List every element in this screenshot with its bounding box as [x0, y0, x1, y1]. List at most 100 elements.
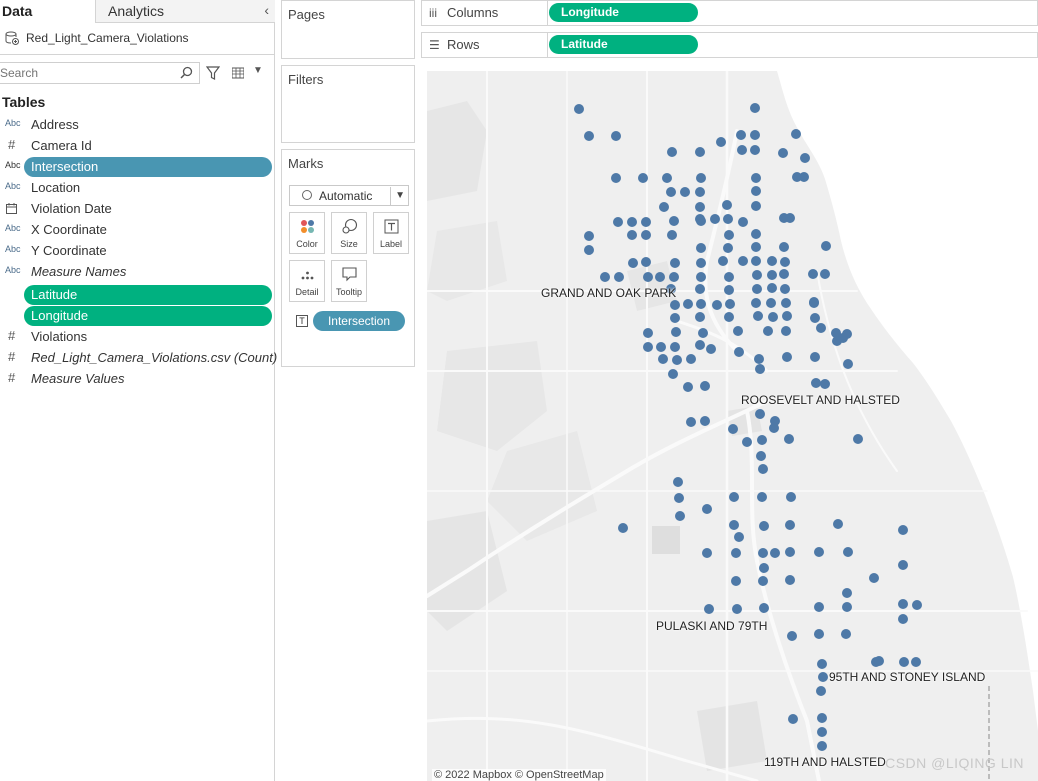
camera-location-point[interactable] [757, 435, 767, 445]
camera-location-point[interactable] [670, 300, 680, 310]
camera-location-point[interactable] [759, 563, 769, 573]
field-item[interactable]: Abc Intersection [0, 157, 275, 177]
camera-location-point[interactable] [724, 230, 734, 240]
filters-card[interactable]: Filters [281, 65, 415, 143]
camera-location-point[interactable] [779, 242, 789, 252]
camera-location-point[interactable] [668, 369, 678, 379]
view-dropdown-caret-icon[interactable]: ▼ [253, 65, 263, 76]
camera-location-point[interactable] [753, 311, 763, 321]
camera-location-point[interactable] [671, 327, 681, 337]
camera-location-point[interactable] [658, 354, 668, 364]
camera-location-point[interactable] [696, 258, 706, 268]
search-icon[interactable] [180, 66, 193, 79]
camera-location-point[interactable] [751, 298, 761, 308]
camera-location-point[interactable] [738, 256, 748, 266]
camera-location-point[interactable] [779, 269, 789, 279]
camera-location-point[interactable] [722, 200, 732, 210]
camera-location-point[interactable] [736, 130, 746, 140]
camera-location-point[interactable] [752, 284, 762, 294]
camera-location-point[interactable] [729, 520, 739, 530]
camera-location-point[interactable] [674, 493, 684, 503]
camera-location-point[interactable] [755, 409, 765, 419]
camera-location-point[interactable] [698, 328, 708, 338]
camera-location-point[interactable] [788, 714, 798, 724]
camera-location-point[interactable] [584, 131, 594, 141]
camera-location-point[interactable] [704, 604, 714, 614]
camera-location-point[interactable] [731, 548, 741, 558]
camera-location-point[interactable] [584, 245, 594, 255]
camera-location-point[interactable] [600, 272, 610, 282]
map-view[interactable]: GRAND AND OAK PARK ROOSEVELT AND HALSTED… [427, 71, 1038, 781]
camera-location-point[interactable] [611, 173, 621, 183]
camera-location-point[interactable] [574, 104, 584, 114]
camera-location-point[interactable] [874, 656, 884, 666]
camera-location-point[interactable] [695, 147, 705, 157]
camera-location-point[interactable] [843, 359, 853, 369]
camera-location-point[interactable] [732, 604, 742, 614]
camera-location-point[interactable] [800, 153, 810, 163]
camera-location-point[interactable] [767, 270, 777, 280]
camera-location-point[interactable] [799, 172, 809, 182]
camera-location-point[interactable] [667, 230, 677, 240]
camera-location-point[interactable] [758, 464, 768, 474]
camera-location-point[interactable] [781, 326, 791, 336]
camera-location-point[interactable] [695, 187, 705, 197]
camera-location-point[interactable] [750, 130, 760, 140]
camera-location-point[interactable] [662, 173, 672, 183]
camera-location-point[interactable] [770, 548, 780, 558]
camera-location-point[interactable] [898, 599, 908, 609]
camera-location-point[interactable] [670, 342, 680, 352]
camera-location-point[interactable] [666, 187, 676, 197]
camera-location-point[interactable] [641, 257, 651, 267]
camera-location-point[interactable] [853, 434, 863, 444]
camera-location-point[interactable] [757, 492, 767, 502]
camera-location-point[interactable] [611, 131, 621, 141]
camera-location-point[interactable] [842, 602, 852, 612]
camera-location-point[interactable] [842, 588, 852, 598]
camera-location-point[interactable] [817, 741, 827, 751]
collapse-pane-icon[interactable]: ‹ [264, 2, 269, 18]
camera-location-point[interactable] [814, 547, 824, 557]
camera-location-point[interactable] [751, 256, 761, 266]
field-item[interactable]: # Measure Values [0, 369, 275, 389]
camera-location-point[interactable] [780, 284, 790, 294]
camera-location-point[interactable] [643, 342, 653, 352]
camera-location-point[interactable] [641, 217, 651, 227]
camera-location-point[interactable] [820, 379, 830, 389]
camera-location-point[interactable] [818, 672, 828, 682]
camera-location-point[interactable] [759, 603, 769, 613]
camera-location-point[interactable] [696, 243, 706, 253]
camera-location-point[interactable] [686, 354, 696, 364]
camera-location-point[interactable] [782, 352, 792, 362]
field-item[interactable]: # Red_Light_Camera_Violations.csv (Count) [0, 348, 277, 368]
camera-location-point[interactable] [833, 519, 843, 529]
camera-location-point[interactable] [781, 298, 791, 308]
columns-longitude-pill[interactable]: Longitude [549, 3, 698, 22]
camera-location-point[interactable] [816, 323, 826, 333]
camera-location-point[interactable] [696, 173, 706, 183]
camera-location-point[interactable] [672, 355, 682, 365]
camera-location-point[interactable] [751, 201, 761, 211]
camera-location-point[interactable] [751, 186, 761, 196]
camera-location-point[interactable] [675, 511, 685, 521]
camera-location-point[interactable] [843, 547, 853, 557]
camera-location-point[interactable] [724, 312, 734, 322]
datasource-row[interactable]: Red_Light_Camera_Violations [0, 23, 275, 55]
camera-location-point[interactable] [724, 272, 734, 282]
camera-location-point[interactable] [627, 230, 637, 240]
camera-location-point[interactable] [786, 492, 796, 502]
camera-location-point[interactable] [723, 214, 733, 224]
camera-location-point[interactable] [641, 230, 651, 240]
camera-location-point[interactable] [696, 272, 706, 282]
camera-location-point[interactable] [702, 548, 712, 558]
camera-location-point[interactable] [724, 285, 734, 295]
camera-location-point[interactable] [659, 202, 669, 212]
camera-location-point[interactable] [695, 340, 705, 350]
camera-location-point[interactable] [758, 548, 768, 558]
tab-analytics[interactable]: Analytics [96, 0, 275, 23]
camera-location-point[interactable] [821, 241, 831, 251]
camera-location-point[interactable] [716, 137, 726, 147]
camera-location-point[interactable] [758, 576, 768, 586]
camera-location-point[interactable] [706, 344, 716, 354]
camera-location-point[interactable] [718, 256, 728, 266]
